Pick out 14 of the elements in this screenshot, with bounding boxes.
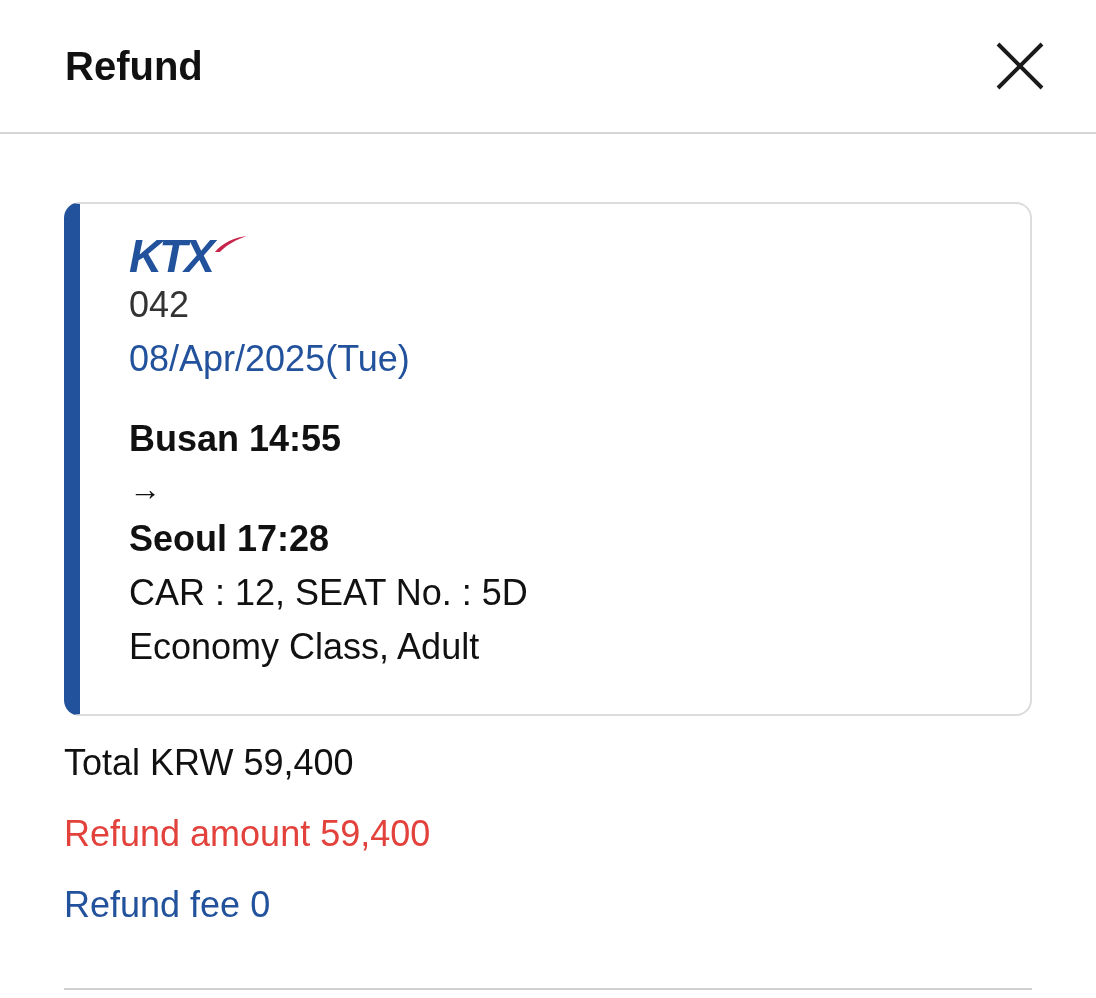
departure-station-time: Busan 14:55	[129, 417, 343, 461]
summary-line: Total KRW 59,400	[64, 741, 355, 785]
swoosh-icon	[214, 236, 248, 252]
dialog-title: Refund	[65, 46, 203, 86]
summary-line: Refund fee 0	[64, 883, 272, 927]
summary-line: Refund amount 59,400	[64, 812, 432, 856]
close-button[interactable]	[996, 42, 1044, 90]
route-arrow: →	[129, 470, 161, 509]
train-number: 042	[129, 283, 191, 327]
seat-info: CAR : 12, SEAT No. : 5D	[129, 571, 529, 615]
close-icon	[996, 42, 1044, 90]
arrival-station-time: Seoul 17:28	[129, 517, 331, 561]
travel-date: 08/Apr/2025(Tue)	[129, 337, 411, 381]
fare-class: Economy Class, Adult	[129, 625, 481, 669]
